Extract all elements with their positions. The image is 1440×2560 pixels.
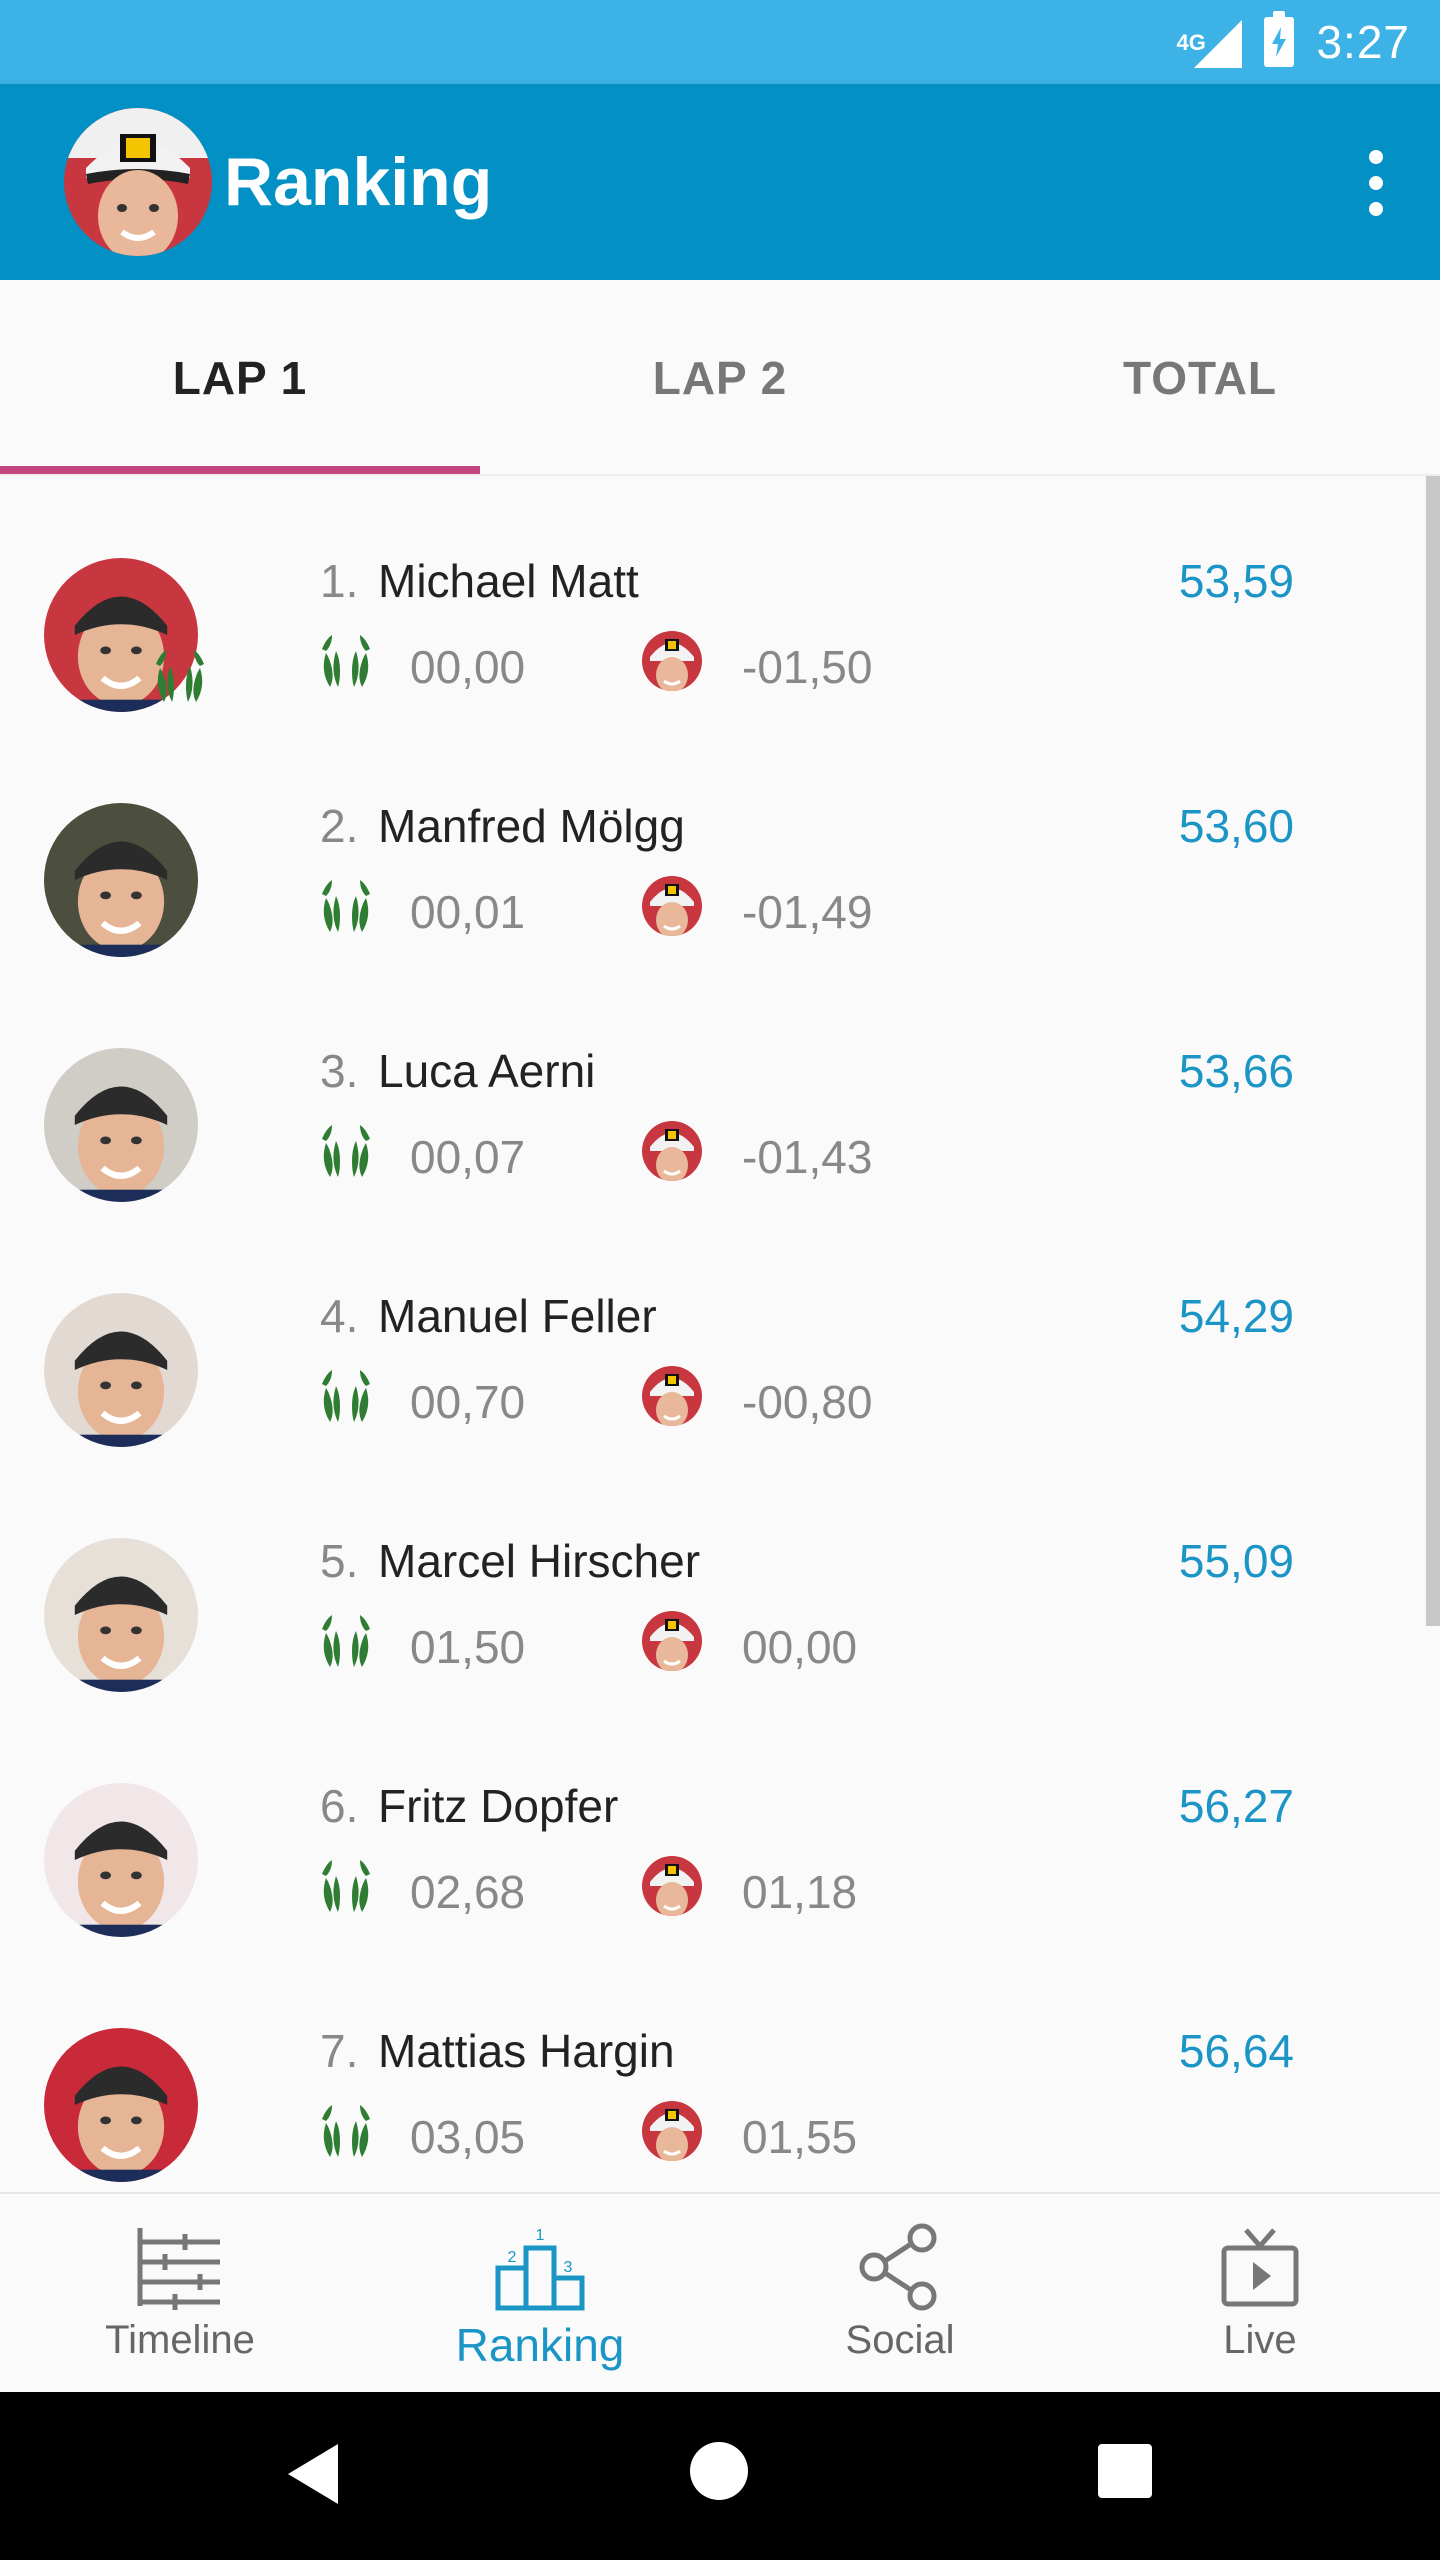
- status-icons: 4G 3:27: [1176, 0, 1410, 84]
- rank-number: 3.: [320, 1045, 359, 1097]
- athlete-avatar: [44, 1293, 198, 1447]
- laurel-icon: [316, 876, 376, 936]
- rank-number: 4.: [320, 1290, 359, 1342]
- tv-icon: [1221, 2228, 1299, 2307]
- athlete-avatar: [44, 803, 198, 957]
- battery-charging-icon: [1264, 11, 1295, 67]
- status-time: 3:27: [1316, 16, 1410, 68]
- tab-indicator: [0, 466, 480, 474]
- list-item[interactable]: 1. Michael Matt 53,59 00,00 -01,50: [0, 476, 1440, 721]
- diff-to-favorite: -00,80: [742, 1376, 873, 1428]
- leader-laurel-badge-icon: [150, 646, 226, 722]
- svg-text:1: 1: [536, 2227, 545, 2244]
- tab-lap-2[interactable]: LAP 2: [480, 280, 960, 476]
- signal-icon: 4G: [1176, 16, 1243, 68]
- rank-number: 7.: [320, 2025, 359, 2077]
- athlete-name: Manfred Mölgg: [378, 800, 685, 852]
- diff-to-favorite: -01,43: [742, 1131, 873, 1183]
- athlete-avatar: [44, 1538, 198, 1692]
- list-item[interactable]: 2. Manfred Mölgg 53,60 00,01 -01,49: [0, 721, 1440, 966]
- list-item[interactable]: 6. Fritz Dopfer 56,27 02,68 01,18: [0, 1701, 1440, 1946]
- diff-to-leader: 02,68: [410, 1866, 526, 1918]
- page-title: Ranking: [224, 144, 493, 220]
- svg-text:2: 2: [508, 2249, 517, 2266]
- rank-number: 1.: [320, 555, 359, 607]
- diff-to-favorite: -01,50: [742, 641, 873, 693]
- athlete-name: Michael Matt: [378, 555, 639, 607]
- laurel-icon: [316, 631, 376, 691]
- diff-to-leader: 03,05: [410, 2111, 526, 2163]
- laurel-icon: [316, 1366, 376, 1426]
- laurel-icon: [316, 1121, 376, 1181]
- ranking-list[interactable]: 1. Michael Matt 53,59 00,00 -01,50 2. Ma…: [0, 476, 1440, 2192]
- svg-text:3: 3: [564, 2259, 573, 2276]
- rank-number: 6.: [320, 1780, 359, 1832]
- diff-to-leader: 00,70: [410, 1376, 526, 1428]
- system-navigation-bar: [0, 2392, 1440, 2560]
- back-icon[interactable]: [288, 2444, 338, 2504]
- profile-avatar-icon[interactable]: [64, 108, 212, 256]
- tab-bar: LAP 1 LAP 2 TOTAL: [0, 280, 1440, 476]
- rank-number: 5.: [320, 1535, 359, 1587]
- nav-live-label: Live: [1223, 2318, 1297, 2362]
- athlete-name: Luca Aerni: [378, 1045, 596, 1097]
- app-bar: Ranking: [0, 84, 1440, 280]
- lap-time: 54,29: [1178, 1290, 1294, 1342]
- favorite-athlete-icon: [642, 1121, 702, 1181]
- lap-time: 53,60: [1178, 800, 1294, 852]
- lap-time: 56,64: [1178, 2025, 1294, 2077]
- status-bar: 4G 3:27: [0, 0, 1440, 84]
- laurel-icon: [316, 2101, 376, 2161]
- athlete-name: Mattias Hargin: [378, 2025, 675, 2077]
- rank-number: 2.: [320, 800, 359, 852]
- athlete-name: Fritz Dopfer: [378, 1780, 619, 1832]
- nav-live[interactable]: Live: [1080, 2194, 1440, 2394]
- scrollbar[interactable]: [1426, 476, 1440, 1626]
- favorite-athlete-icon: [642, 1611, 702, 1671]
- more-vert-icon[interactable]: [1356, 150, 1396, 216]
- laurel-icon: [316, 1856, 376, 1916]
- nav-social[interactable]: Social: [720, 2194, 1080, 2394]
- lap-time: 53,66: [1178, 1045, 1294, 1097]
- list-item[interactable]: 7. Mattias Hargin 56,64 03,05 01,55: [0, 1946, 1440, 2191]
- nav-social-label: Social: [845, 2318, 955, 2362]
- podium-icon: 1 2 3: [495, 2227, 585, 2311]
- diff-to-leader: 01,50: [410, 1621, 526, 1673]
- bottom-navigation: Timeline 1 2 3 Ranking Social Live: [0, 2192, 1440, 2392]
- favorite-athlete-icon: [642, 2101, 702, 2161]
- nav-ranking-label: Ranking: [455, 2319, 625, 2371]
- favorite-athlete-icon: [642, 1366, 702, 1426]
- lap-time: 55,09: [1178, 1535, 1294, 1587]
- diff-to-favorite: 00,00: [742, 1621, 858, 1673]
- favorite-athlete-icon: [642, 1856, 702, 1916]
- favorite-athlete-icon: [642, 631, 702, 691]
- favorite-athlete-icon: [642, 876, 702, 936]
- share-icon: [859, 2223, 937, 2311]
- diff-to-leader: 00,01: [410, 886, 526, 938]
- nav-timeline-label: Timeline: [105, 2318, 255, 2362]
- athlete-avatar: [44, 2028, 198, 2182]
- list-item[interactable]: 4. Manuel Feller 54,29 00,70 -00,80: [0, 1211, 1440, 1456]
- recent-apps-icon[interactable]: [1098, 2444, 1152, 2498]
- diff-to-favorite: 01,18: [742, 1866, 858, 1918]
- nav-ranking[interactable]: 1 2 3 Ranking: [360, 2194, 720, 2394]
- athlete-avatar: [44, 1783, 198, 1937]
- diff-to-leader: 00,07: [410, 1131, 526, 1183]
- athlete-name: Manuel Feller: [378, 1290, 657, 1342]
- diff-to-favorite: 01,55: [742, 2111, 858, 2163]
- athlete-name: Marcel Hirscher: [378, 1535, 701, 1587]
- list-item[interactable]: 3. Luca Aerni 53,66 00,07 -01,43: [0, 966, 1440, 1211]
- list-item[interactable]: 5. Marcel Hirscher 55,09 01,50 00,00: [0, 1456, 1440, 1701]
- tab-lap-1[interactable]: LAP 1: [0, 280, 480, 476]
- diff-to-favorite: -01,49: [742, 886, 873, 938]
- lap-time: 56,27: [1178, 1780, 1294, 1832]
- laurel-icon: [316, 1611, 376, 1671]
- timeline-icon: [137, 2228, 220, 2310]
- diff-to-leader: 00,00: [410, 641, 526, 693]
- home-icon[interactable]: [690, 2442, 748, 2500]
- athlete-avatar: [44, 1048, 198, 1202]
- tab-total[interactable]: TOTAL: [960, 280, 1440, 476]
- nav-timeline[interactable]: Timeline: [0, 2194, 360, 2394]
- lap-time: 53,59: [1178, 555, 1294, 607]
